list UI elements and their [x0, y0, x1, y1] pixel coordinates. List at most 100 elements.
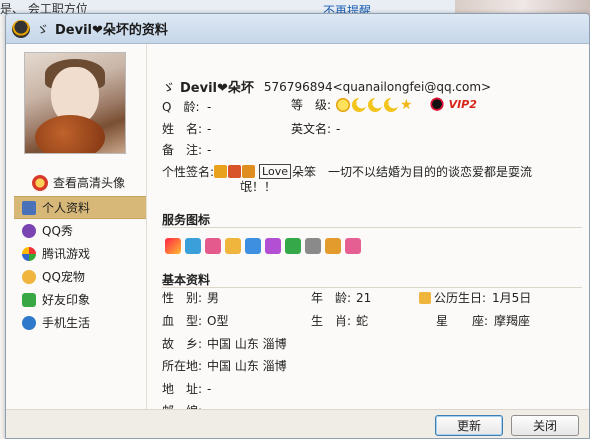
hd-avatar-icon	[32, 174, 48, 191]
moon-icon	[352, 97, 366, 112]
profile-window: ゞ Devil❤朵坏的资料 查看高清头像 个人资料 QQ秀 腾讯游戏 QQ宠物 …	[5, 13, 590, 439]
sidebar-item-label: 个人资料	[42, 201, 91, 215]
pet-icon	[22, 269, 36, 284]
level-label: 等 级:	[291, 98, 332, 112]
sidebar-item-label: 手机生活	[42, 316, 91, 330]
qq-logo-icon	[12, 19, 30, 38]
signature-text: 朵笨 一切不以结婚为目的的谈恋爱都是耍流	[292, 165, 533, 179]
gender-row: 性 别: 男	[162, 289, 219, 306]
sidebar-item-mobile-life[interactable]: 手机生活	[14, 311, 146, 334]
signature-icons	[214, 165, 256, 178]
diamond-gray-icon[interactable]	[305, 238, 321, 254]
signature-text-2: 氓！！	[240, 180, 277, 194]
location-label: 所在地:	[162, 359, 203, 373]
star-sign-row: 星 座: 摩羯座	[436, 312, 530, 329]
star-sign-value: 摩羯座	[494, 314, 531, 328]
hometown-label: 故 乡:	[162, 337, 203, 351]
award-icon	[242, 165, 256, 178]
age-row: 年 龄: 21	[311, 289, 371, 306]
nickname-row: ゞ Devil❤朵坏 576796894<quanailongfei@qq.co…	[162, 77, 491, 97]
sidebar-item-qqshow[interactable]: QQ秀	[14, 219, 146, 242]
age-value: 21	[356, 290, 372, 305]
hometown-value: 中国 山东 淄博	[207, 337, 287, 351]
sidebar-item-label: QQ秀	[42, 224, 73, 238]
view-hd-avatar-link[interactable]: 查看高清头像	[32, 174, 125, 191]
location-row: 所在地: 中国 山东 淄博	[162, 357, 287, 374]
qqshow-icon	[22, 223, 36, 238]
heart-service-icon[interactable]	[165, 238, 181, 254]
qq-email[interactable]: 576796894<quanailongfei@qq.com>	[264, 80, 491, 94]
moon-icon	[384, 97, 398, 112]
mobile-life-icon	[22, 315, 36, 330]
age-label: 年 龄:	[311, 291, 352, 305]
view-hd-avatar-label: 查看高清头像	[53, 176, 126, 190]
nickname-prefix: ゞ	[162, 81, 176, 96]
address-value: -	[207, 381, 212, 396]
sidebar-item-label: QQ宠物	[42, 270, 85, 284]
nickname: Devil❤朵坏	[180, 81, 254, 96]
signature-label: 个性签名:	[162, 165, 215, 179]
birthday-label: 公历生日:	[434, 291, 487, 305]
diamond-red-icon[interactable]	[205, 238, 221, 254]
moon-icon	[368, 97, 382, 112]
sidebar-item-label: 腾讯游戏	[42, 247, 91, 261]
love-service-icon[interactable]	[345, 238, 361, 254]
zodiac-row: 生 肖: 蛇	[311, 312, 368, 329]
diamond-purple-icon[interactable]	[265, 238, 281, 254]
sidebar-item-games[interactable]: 腾讯游戏	[14, 242, 146, 265]
sun-icon	[336, 97, 350, 112]
title-prefix: ゞ	[36, 23, 50, 38]
gender-label: 性 别:	[162, 291, 203, 305]
crown-icon	[419, 291, 431, 304]
sidebar-item-pet[interactable]: QQ宠物	[14, 265, 146, 288]
sidebar-item-label: 好友印象	[42, 293, 91, 307]
divider	[146, 44, 147, 410]
hometown-row: 故 乡: 中国 山东 淄博	[162, 335, 287, 352]
award-icon	[214, 165, 228, 178]
close-button[interactable]: 关闭	[511, 415, 579, 436]
sidebar: 查看高清头像 个人资料 QQ秀 腾讯游戏 QQ宠物 好友印象 手机生活	[6, 44, 146, 404]
sidebar-item-friend-impression[interactable]: 好友印象	[14, 288, 146, 311]
title-bar[interactable]: ゞ Devil❤朵坏的资料	[6, 14, 589, 44]
english-name-label: 英文名:	[291, 122, 332, 136]
services-title: 服务图标	[162, 213, 211, 227]
update-button[interactable]: 更新	[435, 415, 503, 436]
show-service-icon[interactable]	[185, 238, 201, 254]
english-name-value: -	[336, 121, 341, 136]
blood-label: 血 型:	[162, 314, 203, 328]
diamond-yellow-icon[interactable]	[225, 238, 241, 254]
level-row: 等 级: ★ VIP2	[291, 96, 477, 113]
sidebar-item-profile[interactable]: 个人资料	[14, 196, 146, 219]
gender-value: 男	[207, 291, 220, 305]
blood-row: 血 型: O型	[162, 312, 228, 329]
friend-impression-icon	[22, 292, 36, 307]
avatar[interactable]	[24, 52, 126, 154]
vip-penguin-icon	[428, 96, 445, 113]
location-value: 中国 山东 淄博	[207, 359, 287, 373]
english-name-row: 英文名: -	[291, 120, 340, 137]
profile-icon	[22, 200, 36, 215]
address-row: 地 址: -	[162, 380, 211, 397]
vip-badge[interactable]: VIP2	[449, 98, 477, 111]
sidebar-nav: 个人资料 QQ秀 腾讯游戏 QQ宠物 好友印象 手机生活	[14, 196, 146, 334]
diamond-blue-icon[interactable]	[245, 238, 261, 254]
game-icon	[22, 246, 36, 261]
blood-value: O型	[207, 314, 229, 328]
qq-age-label: Q 龄:	[162, 100, 200, 114]
address-label: 地 址:	[162, 382, 203, 396]
qq-age-row: Q 龄: -	[162, 98, 211, 115]
diamond-green-icon[interactable]	[285, 238, 301, 254]
award-icon	[228, 165, 242, 178]
profile-panel: ゞ Devil❤朵坏 576796894<quanailongfei@qq.co…	[156, 44, 586, 418]
service-icons	[165, 238, 365, 254]
book-service-icon[interactable]	[325, 238, 341, 254]
remark-value: -	[207, 142, 212, 157]
star-icon: ★	[400, 96, 413, 113]
birthday-row: 公历生日: 1月5日	[419, 289, 531, 306]
signature-row-2: 氓！！	[240, 178, 276, 195]
remark-label: 备 注:	[162, 143, 203, 157]
button-bar: 更新 关闭	[6, 409, 589, 438]
zodiac-value: 蛇	[356, 314, 369, 328]
name-label: 姓 名:	[162, 122, 203, 136]
level-icons[interactable]: ★	[336, 96, 415, 113]
